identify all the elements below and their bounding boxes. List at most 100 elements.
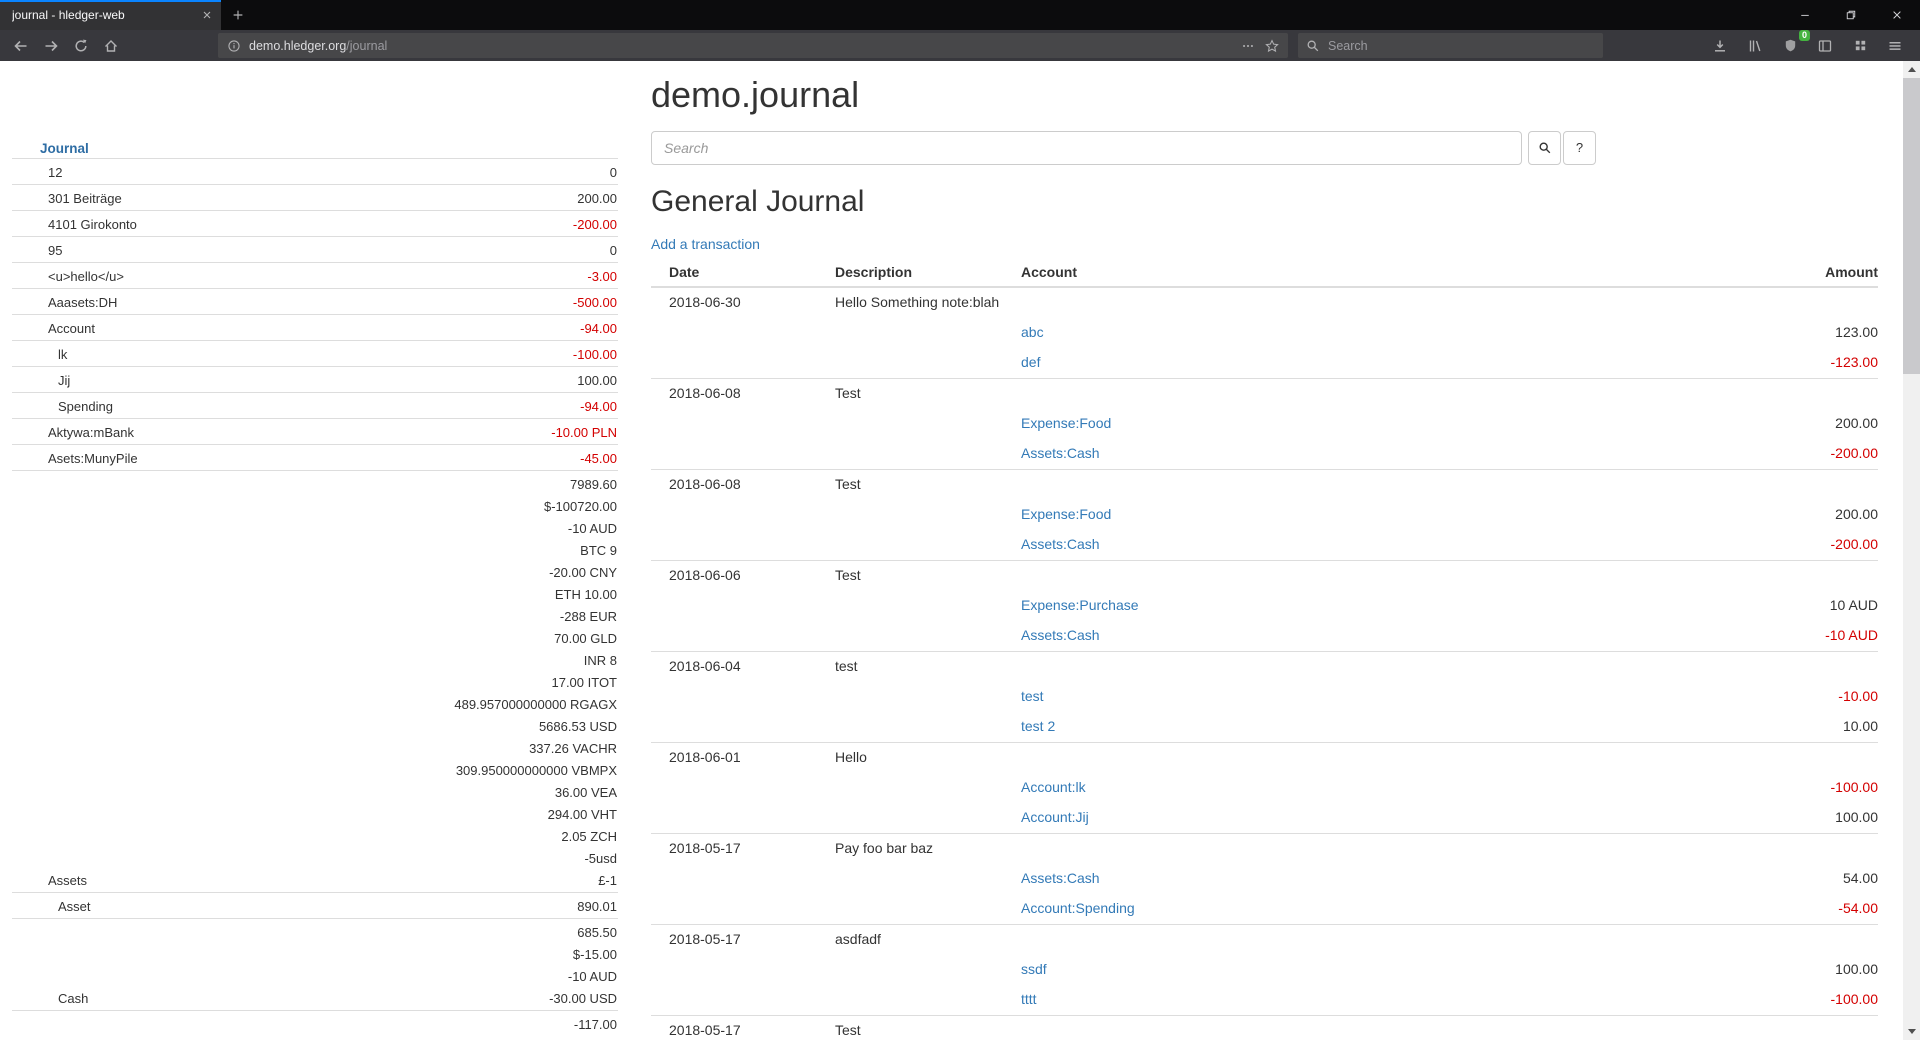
- scrollbar-thumb[interactable]: [1903, 78, 1920, 374]
- posting-account-link[interactable]: Expense:Food: [1021, 415, 1111, 431]
- transaction-row: 2018-06-08Test: [651, 378, 1878, 409]
- transaction-date: 2018-06-30: [651, 287, 817, 318]
- posting-account-link[interactable]: Account:Spending: [1021, 900, 1135, 916]
- sidebar-row: 12 0: [12, 158, 618, 184]
- transaction-row: 2018-06-06Test: [651, 560, 1878, 591]
- browser-tab[interactable]: journal - hledger-web: [0, 0, 221, 30]
- posting-row: Expense:Food 200.00: [651, 409, 1878, 439]
- transaction-date: 2018-05-17: [651, 1015, 817, 1040]
- posting-account-link[interactable]: Assets:Cash: [1021, 870, 1100, 886]
- posting-amount: -10.00: [1638, 682, 1878, 712]
- column-header-description: Description: [817, 258, 1003, 287]
- sidebar-account-link[interactable]: Asset: [12, 896, 91, 918]
- apps-grid-button[interactable]: [1845, 32, 1875, 60]
- toolbar-icons: 0: [1705, 32, 1914, 60]
- browser-window: journal - hledger-web: [0, 0, 1920, 1040]
- sidebar-account-link[interactable]: Aktywa:mBank: [12, 422, 134, 444]
- posting-row: Account:lk-100.00: [651, 773, 1878, 803]
- reload-button[interactable]: [66, 32, 96, 60]
- page-title: demo.journal: [651, 75, 1878, 115]
- sidebar-account-link[interactable]: Assets: [12, 870, 87, 892]
- posting-account-link[interactable]: Account:lk: [1021, 779, 1086, 795]
- window-restore-button[interactable]: [1828, 0, 1874, 30]
- posting-row: test 2 10.00: [651, 712, 1878, 743]
- menu-button[interactable]: [1880, 32, 1910, 60]
- url-path: /journal: [346, 39, 387, 53]
- transaction-description: Test: [817, 469, 1003, 500]
- downloads-button[interactable]: [1705, 32, 1735, 60]
- journal-header-row: Date Description Account Amount: [651, 258, 1878, 287]
- posting-account-link[interactable]: Expense:Purchase: [1021, 597, 1139, 613]
- sidebar-account-link[interactable]: Spending: [12, 396, 113, 418]
- posting-account-link[interactable]: test 2: [1021, 718, 1055, 734]
- browser-search-input[interactable]: [1328, 39, 1558, 53]
- posting-account-link[interactable]: tttt: [1021, 991, 1037, 1007]
- add-transaction-link[interactable]: Add a transaction: [651, 236, 760, 252]
- tab-close-icon[interactable]: [201, 9, 213, 21]
- transaction-date: 2018-06-08: [651, 378, 817, 409]
- window-minimize-button[interactable]: [1782, 0, 1828, 30]
- page-scrollbar[interactable]: [1903, 61, 1920, 1040]
- sidebar-account-balance: 0: [610, 162, 617, 184]
- posting-account-link[interactable]: Assets:Cash: [1021, 445, 1100, 461]
- posting-row: Assets:Cash-200.00: [651, 439, 1878, 470]
- journal-search-input[interactable]: [651, 131, 1522, 165]
- url-text: demo.hledger.org/journal: [249, 39, 387, 53]
- forward-button[interactable]: [36, 32, 66, 60]
- scrollbar-up-arrow[interactable]: [1903, 61, 1920, 78]
- browser-navbar: demo.hledger.org/journal: [0, 30, 1920, 61]
- posting-account-link[interactable]: Assets:Cash: [1021, 536, 1100, 552]
- scrollbar-down-arrow[interactable]: [1903, 1023, 1920, 1040]
- browser-search-bar[interactable]: [1298, 33, 1603, 58]
- posting-account-link[interactable]: Assets:Cash: [1021, 627, 1100, 643]
- journal-search-form: ?: [651, 131, 1878, 165]
- home-button[interactable]: [96, 32, 126, 60]
- bookmark-star-icon[interactable]: [1265, 39, 1279, 53]
- extension-badge: 0: [1799, 30, 1810, 41]
- transaction-date: 2018-06-06: [651, 560, 817, 591]
- main-column: demo.journal ? General Journal Add a tra…: [651, 61, 1878, 1040]
- posting-account-link[interactable]: Expense:Food: [1021, 506, 1111, 522]
- library-button[interactable]: [1740, 32, 1770, 60]
- sidebar-account-link[interactable]: Cash: [12, 988, 88, 1010]
- posting-account-link[interactable]: Account:Jij: [1021, 809, 1089, 825]
- sidebar-account-balance: 890.01: [577, 896, 617, 918]
- sidebar-account-link[interactable]: Aaasets:DH: [12, 292, 117, 314]
- posting-amount: 200.00: [1638, 409, 1878, 439]
- journal-search-button[interactable]: [1528, 131, 1561, 165]
- posting-account-link[interactable]: def: [1021, 354, 1040, 370]
- posting-account-link[interactable]: test: [1021, 688, 1044, 704]
- posting-amount: 10 AUD: [1638, 591, 1878, 621]
- search-help-button[interactable]: ?: [1563, 131, 1596, 165]
- sidebar-account-link[interactable]: lk: [12, 344, 67, 366]
- sidebar-account-link[interactable]: Account: [12, 318, 95, 340]
- sidebar-account-link[interactable]: Jij: [12, 370, 70, 392]
- sidebar-account-link[interactable]: Asets:MunyPile: [12, 448, 138, 470]
- transaction-row: 2018-05-17asdfadf: [651, 924, 1878, 955]
- page-actions-button[interactable]: [1241, 39, 1255, 53]
- url-bar[interactable]: demo.hledger.org/journal: [218, 33, 1288, 58]
- posting-amount: 200.00: [1638, 500, 1878, 530]
- sidebar-row: Cash685.50$-15.00-10 AUD-30.00 USD: [12, 918, 618, 1010]
- sidebar-journal-link[interactable]: Journal: [40, 141, 89, 156]
- transaction-row: 2018-05-17Test: [651, 1015, 1878, 1040]
- site-info-icon[interactable]: [227, 39, 241, 53]
- transaction-row: 2018-06-01Hello: [651, 742, 1878, 773]
- journal-table: Date Description Account Amount 2018-06-…: [651, 258, 1878, 1040]
- posting-amount: 10.00: [1638, 712, 1878, 743]
- posting-account-link[interactable]: abc: [1021, 324, 1044, 340]
- sidebar-account-link[interactable]: 12: [12, 162, 62, 184]
- sidebars-button[interactable]: [1810, 32, 1840, 60]
- posting-row: abc123.00: [651, 318, 1878, 348]
- sidebar-row: 4101 Girokonto-200.00: [12, 210, 618, 236]
- url-domain: demo.hledger.org: [249, 39, 346, 53]
- sidebar-account-link[interactable]: 4101 Girokonto: [12, 214, 137, 236]
- sidebar-account-link[interactable]: 95: [12, 240, 62, 262]
- new-tab-button[interactable]: [221, 0, 255, 30]
- posting-account-link[interactable]: ssdf: [1021, 961, 1047, 977]
- back-button[interactable]: [6, 32, 36, 60]
- sidebar-account-link[interactable]: <u>hello</u>: [12, 266, 124, 288]
- window-close-button[interactable]: [1874, 0, 1920, 30]
- sidebar-account-link[interactable]: 301 Beiträge: [12, 188, 122, 210]
- extension-button[interactable]: 0: [1775, 32, 1805, 60]
